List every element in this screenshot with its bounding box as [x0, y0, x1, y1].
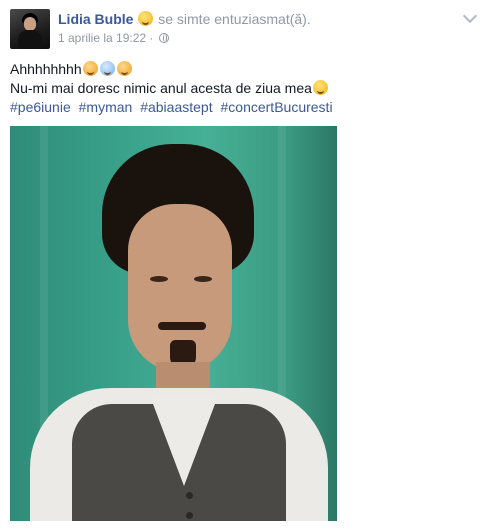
- photo-vest-button: [186, 512, 193, 519]
- screaming-face-emoji-icon: [99, 61, 115, 76]
- heart-eyes-emoji-icon: [82, 61, 98, 76]
- avatar[interactable]: [10, 9, 50, 49]
- author-name[interactable]: Lidia Buble: [58, 11, 133, 27]
- hashtag-link[interactable]: #pe6iunie: [10, 99, 71, 115]
- post-line-1: Ahhhhhhhh: [10, 60, 478, 79]
- laughing-face-emoji-icon: [312, 80, 328, 95]
- post-header: Lidia Buble se simte entuziasmat(ă).: [58, 10, 311, 28]
- meta-separator: ·: [149, 31, 154, 45]
- post-line-2-text: Nu-mi mai doresc nimic anul acesta de zi…: [10, 80, 312, 96]
- facebook-post: Lidia Buble se simte entuziasmat(ă). 1 a…: [0, 0, 488, 531]
- avatar-face: [24, 17, 36, 31]
- feeling-text: se simte entuziasmat(ă).: [158, 11, 311, 27]
- grinning-face-emoji-icon: [138, 11, 154, 26]
- photo-mustache: [158, 322, 206, 330]
- hashtag-link[interactable]: #abiaastept: [140, 99, 212, 115]
- post-text: Ahhhhhhhh Nu-mi mai doresc nimic anul ac…: [10, 60, 478, 117]
- photo-vest-button: [186, 492, 193, 499]
- photo-eye: [194, 276, 212, 282]
- post-line-2: Nu-mi mai doresc nimic anul acesta de zi…: [10, 79, 478, 98]
- post-date[interactable]: 1 aprilie la 19:22: [58, 31, 146, 45]
- hashtag-link[interactable]: #concertBucuresti: [221, 99, 333, 115]
- hashtags: #pe6iunie #myman #abiaastept #concertBuc…: [10, 98, 478, 117]
- post-line-1-text: Ahhhhhhhh: [10, 61, 82, 77]
- heart-eyes-emoji-icon: [116, 61, 132, 76]
- globe-icon[interactable]: [158, 33, 169, 43]
- photo-eye: [150, 276, 168, 282]
- photo-shirt-collar: [150, 396, 218, 486]
- chevron-down-icon[interactable]: [462, 8, 478, 24]
- hashtag-link[interactable]: #myman: [79, 99, 133, 115]
- post-photo[interactable]: [10, 126, 337, 521]
- post-meta: 1 aprilie la 19:22 ·: [58, 31, 169, 45]
- avatar-body: [18, 30, 42, 49]
